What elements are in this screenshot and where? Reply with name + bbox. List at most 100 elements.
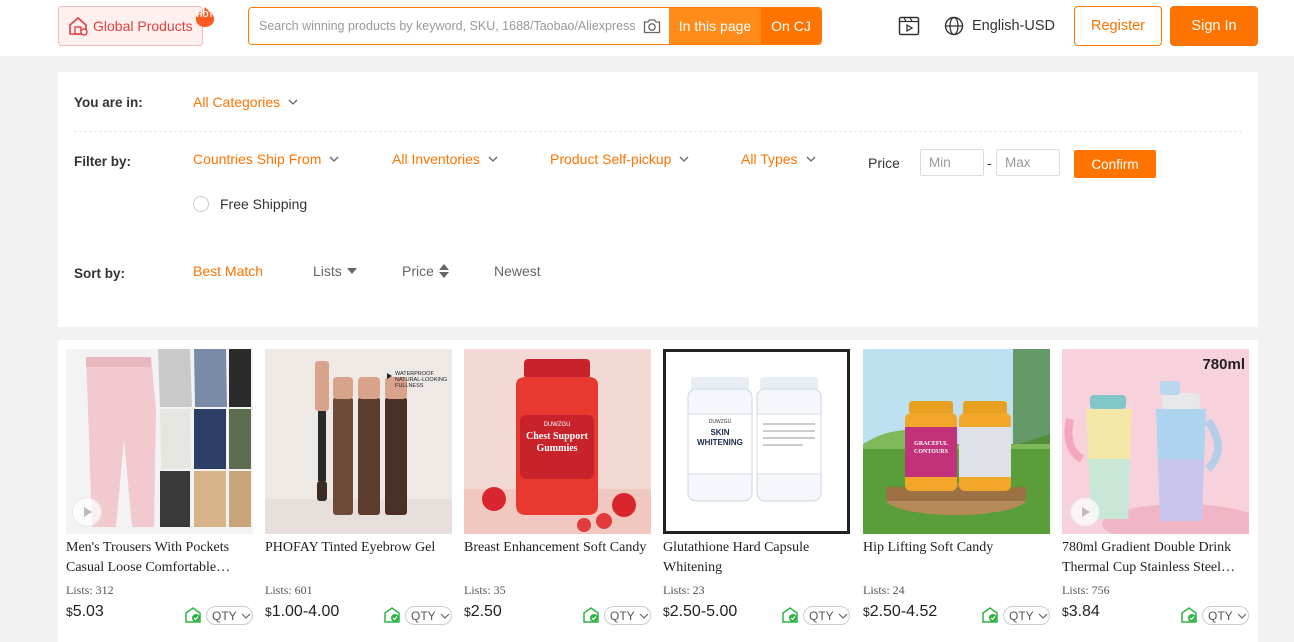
price-value: 2.50-4.52 <box>869 603 938 620</box>
product-title[interactable]: Breast Enhancement Soft Candy <box>464 538 651 578</box>
product-image[interactable] <box>66 349 253 534</box>
qty-selector[interactable]: QTY <box>405 606 452 625</box>
sort-price[interactable]: Price <box>402 263 450 279</box>
play-video-icon[interactable] <box>1070 497 1100 527</box>
sort-newest[interactable]: Newest <box>494 263 541 279</box>
qty-selector[interactable]: QTY <box>803 606 850 625</box>
free-shipping-label[interactable]: Free Shipping <box>220 196 307 212</box>
search-input[interactable] <box>249 8 635 44</box>
chevron-down-icon <box>488 156 498 162</box>
product-card[interactable]: 780ml 780ml Gradient Double Drink Therma… <box>1062 349 1249 642</box>
category-dropdown[interactable]: All Categories <box>193 94 298 110</box>
lists-count: 601 <box>294 583 313 597</box>
lists-label: Lists: <box>464 583 491 597</box>
lists-count: 312 <box>95 583 114 597</box>
lists-count: 24 <box>892 583 905 597</box>
product-image[interactable]: GRACEFUL CONTOURS <box>863 349 1050 534</box>
language-label: English-USD <box>972 18 1055 34</box>
product-price: $2.50 <box>464 603 502 621</box>
qty-label: QTY <box>1009 608 1034 623</box>
warehouse-check-icon <box>1181 607 1197 623</box>
image-text: SKIN <box>710 428 729 437</box>
product-card[interactable]: Men's Trousers With Pockets Casual Loose… <box>66 349 253 642</box>
warehouse-check-icon <box>583 607 599 623</box>
lists-label: Lists: <box>66 583 93 597</box>
qty-label: QTY <box>411 608 436 623</box>
top-bar: Global Products HOT In this page On CJ <box>0 0 1294 56</box>
chevron-down-icon <box>288 99 298 105</box>
sort-best-match[interactable]: Best Match <box>193 263 263 279</box>
search-bar: In this page On CJ <box>248 7 822 45</box>
video-icon[interactable] <box>898 15 920 37</box>
lists-label: Lists: <box>265 583 292 597</box>
countries-ship-from-dropdown[interactable]: Countries Ship From <box>193 151 339 167</box>
image-text: FULLNESS <box>395 383 424 389</box>
product-image[interactable]: WATERPROOF NATURAL-LOOKING FULLNESS <box>265 349 452 534</box>
sort-label: Newest <box>494 263 541 279</box>
price-min-input[interactable] <box>920 149 984 176</box>
warehouse-check-icon <box>185 607 201 623</box>
sort-label: Price <box>402 263 434 279</box>
inventories-dropdown[interactable]: All Inventories <box>392 151 498 167</box>
qty-label: QTY <box>809 608 834 623</box>
product-title[interactable]: Glutathione Hard Capsule Whitening <box>663 538 850 578</box>
lists-label: Lists: <box>1062 583 1089 597</box>
sort-label: Lists <box>313 263 342 279</box>
price-dash: - <box>987 155 992 171</box>
product-card[interactable]: WATERPROOF NATURAL-LOOKING FULLNESS PHOF… <box>265 349 452 642</box>
lists-label: Lists: <box>663 583 690 597</box>
image-text: GRACEFUL <box>914 441 948 447</box>
image-text: DUWZGU <box>709 419 732 425</box>
product-image[interactable]: DUWZGU Chest Support Gummies <box>464 349 651 534</box>
product-card[interactable]: DUWZGU Chest Support Gummies Breast Enha… <box>464 349 651 642</box>
language-selector[interactable]: English-USD <box>944 14 1055 38</box>
confirm-button[interactable]: Confirm <box>1074 150 1156 178</box>
price-value: 5.03 <box>72 603 104 620</box>
self-pickup-dropdown[interactable]: Product Self-pickup <box>550 151 689 167</box>
image-text: Chest Support <box>526 431 589 442</box>
dropdown-label: All Types <box>741 151 798 167</box>
chevron-down-icon <box>1237 613 1247 619</box>
play-video-icon[interactable] <box>72 497 102 527</box>
product-price: $3.84 <box>1062 603 1100 621</box>
price-value: 2.50-5.00 <box>669 603 738 620</box>
product-lists: Lists: 24 <box>863 583 905 598</box>
register-button[interactable]: Register <box>1074 6 1162 46</box>
qty-selector[interactable]: QTY <box>1003 606 1050 625</box>
product-price: $1.00-4.00 <box>265 603 339 621</box>
sort-lists[interactable]: Lists <box>313 263 358 279</box>
product-title[interactable]: Hip Lifting Soft Candy <box>863 538 1050 578</box>
product-title[interactable]: Men's Trousers With Pockets Casual Loose… <box>66 538 253 578</box>
global-products-label: Global Products <box>93 18 193 34</box>
types-dropdown[interactable]: All Types <box>741 151 816 167</box>
currency: $ <box>1062 605 1069 619</box>
product-title[interactable]: 780ml Gradient Double Drink Thermal Cup … <box>1062 538 1249 578</box>
search-on-cj-button[interactable]: On CJ <box>761 8 821 44</box>
product-image[interactable]: DUWZGU SKIN WHITENING <box>663 349 850 534</box>
lists-count: 23 <box>692 583 705 597</box>
warehouse-check-icon <box>384 607 400 623</box>
product-grid: Men's Trousers With Pockets Casual Loose… <box>58 340 1258 642</box>
free-shipping-radio[interactable] <box>193 196 209 212</box>
qty-selector[interactable]: QTY <box>604 606 651 625</box>
qty-selector[interactable]: QTY <box>1202 606 1249 625</box>
camera-search-icon[interactable] <box>635 8 669 44</box>
global-products-button[interactable]: Global Products <box>58 6 203 46</box>
sign-in-button[interactable]: Sign In <box>1170 6 1258 46</box>
image-text: DUWZGU <box>544 422 571 428</box>
qty-selector[interactable]: QTY <box>206 606 253 625</box>
product-title[interactable]: PHOFAY Tinted Eyebrow Gel <box>265 538 452 578</box>
product-image[interactable]: 780ml <box>1062 349 1249 534</box>
search-in-page-button[interactable]: In this page <box>669 8 761 44</box>
product-card[interactable]: GRACEFUL CONTOURS Hip Lifting Soft Candy… <box>863 349 1050 642</box>
warehouse-check-icon <box>782 607 798 623</box>
currency: $ <box>863 605 870 619</box>
price-max-input[interactable] <box>996 149 1060 176</box>
chevron-down-icon <box>679 156 689 162</box>
hot-badge-text: HOT <box>196 10 214 19</box>
filter-panel: You are in: All Categories Filter by: Co… <box>58 72 1258 327</box>
chevron-down-icon <box>806 156 816 162</box>
image-text: CONTOURS <box>914 449 949 455</box>
product-card[interactable]: DUWZGU SKIN WHITENING Glutathione Hard C… <box>663 349 850 642</box>
warehouse-check-icon <box>982 607 998 623</box>
